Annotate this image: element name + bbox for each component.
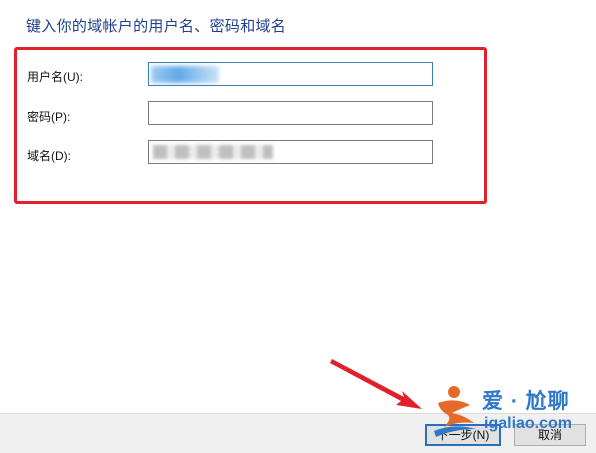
- password-field[interactable]: [148, 101, 433, 125]
- domain-label: 域名(D):: [27, 149, 71, 163]
- password-label: 密码(P):: [27, 110, 71, 124]
- username-field[interactable]: [148, 62, 433, 86]
- domain-redaction: [153, 145, 273, 159]
- watermark-logo-icon: [434, 386, 476, 437]
- annotation-arrow-icon: [330, 359, 422, 409]
- watermark-title: 爱 · 尬聊: [482, 390, 570, 413]
- watermark-url: igaliao.com: [484, 415, 573, 432]
- username-label: 用户名(U):: [27, 70, 83, 84]
- watermark: 爱 · 尬聊 igaliao.com: [430, 383, 596, 443]
- dialog-heading: 键入你的域帐户的用户名、密码和域名: [26, 18, 287, 35]
- username-redaction: [151, 66, 219, 83]
- domain-field[interactable]: [148, 140, 433, 164]
